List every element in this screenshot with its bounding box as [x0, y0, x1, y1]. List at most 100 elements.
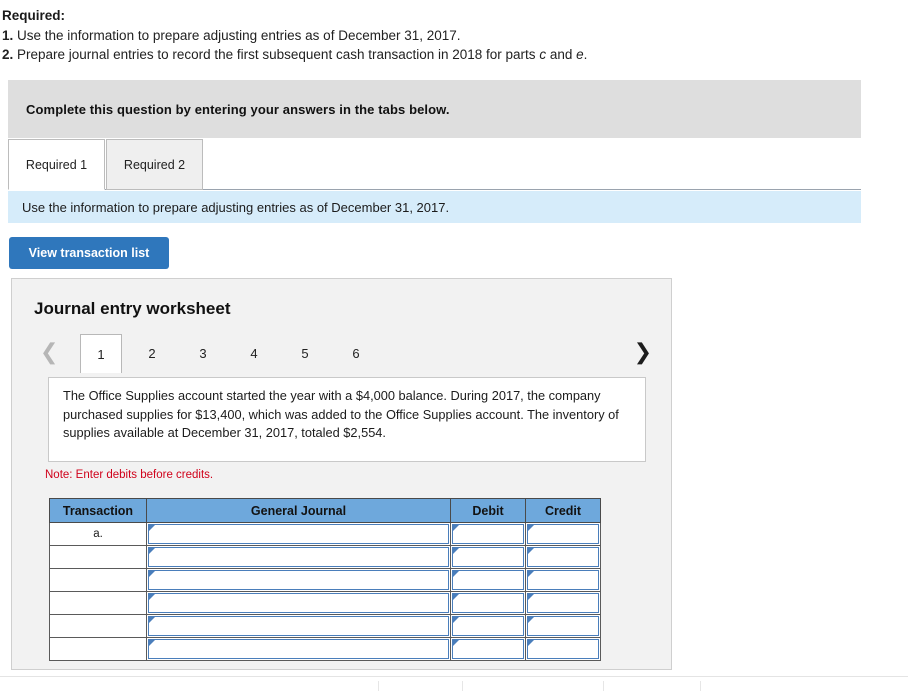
row-2-debit-input[interactable] [452, 547, 524, 567]
row-2-general-journal-cell[interactable] [146, 545, 451, 569]
column-header-transaction: Transaction [49, 498, 147, 523]
row-2-transaction-label [49, 545, 147, 569]
tab-required-1[interactable]: Required 1 [8, 139, 105, 190]
row-1-general-journal-cell[interactable] [146, 522, 451, 546]
row-5-credit-input[interactable] [527, 616, 599, 636]
row-5-general-journal-cell[interactable] [146, 614, 451, 638]
worksheet-pager: ❮ 1 2 3 4 5 6 ❯ [34, 334, 654, 374]
row-4-transaction-label [49, 591, 147, 615]
worksheet-description-text: The Office Supplies account started the … [63, 388, 619, 441]
footer-divider-3 [603, 681, 604, 691]
row-3-credit-cell[interactable] [525, 568, 601, 592]
required-item-2-text: Prepare journal entries to record the fi… [13, 47, 540, 62]
page-root: Required: 1. Use the information to prep… [0, 0, 908, 691]
row-3-general-journal-cell[interactable] [146, 568, 451, 592]
instruction-banner: Complete this question by entering your … [8, 80, 861, 138]
required-item-2-period: . [583, 47, 588, 62]
required-tabstrip: Required 1 Required 2 [8, 139, 861, 191]
required-item-1: 1. Use the information to prepare adjust… [2, 26, 880, 45]
info-banner-text: Use the information to prepare adjusting… [22, 199, 450, 215]
worksheet-description-box: The Office Supplies account started the … [48, 377, 646, 462]
row-3-general-journal-input[interactable] [148, 570, 449, 590]
instruction-banner-text: Complete this question by entering your … [26, 101, 450, 117]
row-2-debit-cell[interactable] [450, 545, 526, 569]
required-item-2: 2. Prepare journal entries to record the… [2, 45, 880, 64]
row-4-debit-input[interactable] [452, 593, 524, 613]
row-1-credit-input[interactable] [527, 524, 599, 544]
footer-divider-1 [378, 681, 379, 691]
row-4-credit-cell[interactable] [525, 591, 601, 615]
row-5-debit-input[interactable] [452, 616, 524, 636]
footer-divider-4 [700, 681, 701, 691]
row-1-general-journal-input[interactable] [148, 524, 449, 544]
worksheet-page-3[interactable]: 3 [182, 334, 224, 372]
worksheet-page-2[interactable]: 2 [131, 334, 173, 372]
row-1-credit-cell[interactable] [525, 522, 601, 546]
row-6-transaction-label [49, 637, 147, 661]
footer-divider-2 [462, 681, 463, 691]
row-3-transaction-label [49, 568, 147, 592]
view-transaction-list-label: View transaction list [28, 246, 150, 260]
tab-required-1-label: Required 1 [25, 157, 88, 172]
row-6-general-journal-cell[interactable] [146, 637, 451, 661]
row-6-debit-input[interactable] [452, 639, 524, 659]
row-1-debit-input[interactable] [452, 524, 524, 544]
worksheet-page-5[interactable]: 5 [284, 334, 326, 372]
column-header-general-journal: General Journal [146, 498, 451, 523]
column-header-debit: Debit [450, 498, 526, 523]
worksheet-page-1[interactable]: 1 [80, 334, 122, 373]
row-1-debit-cell[interactable] [450, 522, 526, 546]
tab-required-2[interactable]: Required 2 [106, 139, 203, 190]
chevron-right-icon[interactable]: ❯ [634, 336, 652, 370]
row-5-general-journal-input[interactable] [148, 616, 449, 636]
chevron-left-icon[interactable]: ❮ [40, 336, 58, 370]
table-row [49, 568, 601, 592]
worksheet-page-6[interactable]: 6 [335, 334, 377, 372]
required-block: Required: 1. Use the information to prep… [0, 0, 880, 64]
row-5-credit-cell[interactable] [525, 614, 601, 638]
row-4-credit-input[interactable] [527, 593, 599, 613]
journal-entry-worksheet-panel: Journal entry worksheet ❮ 1 2 3 4 5 6 ❯ … [11, 278, 672, 670]
worksheet-title: Journal entry worksheet [34, 299, 231, 318]
row-6-credit-input[interactable] [527, 639, 599, 659]
required-item-1-text: Use the information to prepare adjusting… [13, 28, 461, 43]
view-transaction-list-button[interactable]: View transaction list [9, 237, 169, 269]
worksheet-page-2-label: 2 [148, 345, 156, 361]
row-2-credit-cell[interactable] [525, 545, 601, 569]
row-2-credit-input[interactable] [527, 547, 599, 567]
worksheet-page-4-label: 4 [250, 345, 258, 361]
required-item-1-number: 1. [2, 28, 14, 43]
worksheet-page-3-label: 3 [199, 345, 207, 361]
required-item-2-conjunction: and [546, 47, 577, 62]
row-5-debit-cell[interactable] [450, 614, 526, 638]
row-3-credit-input[interactable] [527, 570, 599, 590]
table-row [49, 545, 601, 569]
worksheet-page-6-label: 6 [352, 345, 360, 361]
journal-entry-table: Transaction General Journal Debit Credit… [49, 498, 601, 661]
tab-required-2-label: Required 2 [123, 157, 186, 172]
table-row [49, 591, 601, 615]
row-6-debit-cell[interactable] [450, 637, 526, 661]
table-row: a. [49, 522, 601, 546]
column-header-credit: Credit [525, 498, 601, 523]
row-5-transaction-label [49, 614, 147, 638]
table-header-row: Transaction General Journal Debit Credit [49, 498, 601, 523]
required-heading: Required: [2, 8, 66, 23]
row-1-transaction-label: a. [49, 522, 147, 546]
row-3-debit-input[interactable] [452, 570, 524, 590]
worksheet-page-1-label: 1 [97, 346, 105, 362]
row-3-debit-cell[interactable] [450, 568, 526, 592]
row-2-general-journal-input[interactable] [148, 547, 449, 567]
worksheet-page-5-label: 5 [301, 345, 309, 361]
row-4-general-journal-cell[interactable] [146, 591, 451, 615]
table-row [49, 614, 601, 638]
worksheet-page-4[interactable]: 4 [233, 334, 275, 372]
row-4-debit-cell[interactable] [450, 591, 526, 615]
row-4-general-journal-input[interactable] [148, 593, 449, 613]
row-6-general-journal-input[interactable] [148, 639, 449, 659]
debits-before-credits-note: Note: Enter debits before credits. [45, 469, 214, 481]
footer-bar [0, 677, 908, 691]
row-6-credit-cell[interactable] [525, 637, 601, 661]
info-banner: Use the information to prepare adjusting… [8, 191, 861, 223]
table-row [49, 637, 601, 661]
